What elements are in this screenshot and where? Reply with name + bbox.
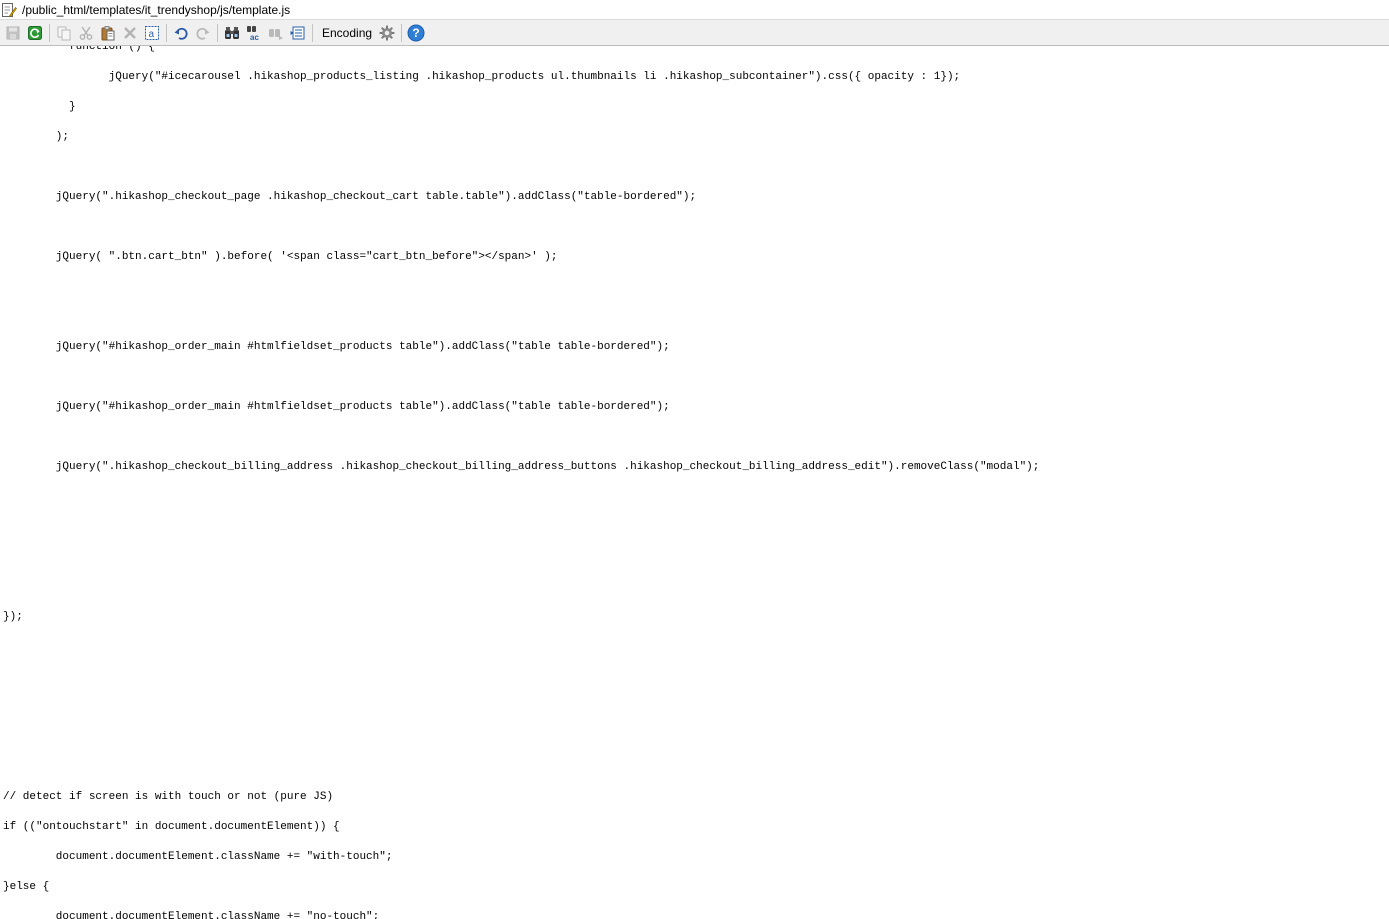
code-line[interactable]: document.documentElement.className += "w… (3, 842, 393, 872)
edit-file-icon (1, 2, 17, 18)
code-line[interactable]: jQuery( ".btn.cart_btn" ).before( '<span… (3, 242, 558, 272)
find-next-icon[interactable] (265, 22, 287, 44)
code-line[interactable]: }); (3, 602, 23, 632)
code-line[interactable]: document.documentElement.className += "n… (3, 902, 379, 919)
toolbar-separator (166, 23, 167, 42)
svg-text:ac: ac (250, 33, 259, 41)
find-icon[interactable] (221, 22, 243, 44)
code-editor[interactable]: function () { jQuery("#icecarousel .hika… (0, 46, 1389, 919)
svg-text:?: ? (412, 26, 419, 40)
code-line[interactable]: jQuery("#hikashop_order_main #htmlfields… (3, 332, 670, 362)
help-icon[interactable]: ? (405, 22, 427, 44)
paste-icon[interactable] (97, 22, 119, 44)
code-line[interactable]: }else { (3, 872, 49, 902)
toolbar-separator (401, 23, 403, 42)
code-line[interactable]: ); (3, 122, 69, 152)
goto-line-icon[interactable] (287, 22, 309, 44)
toolbar: a ac Encoding ? (0, 19, 1389, 46)
title-bar: /public_html/templates/it_trendyshop/js/… (0, 0, 1389, 19)
toolbar-separator (312, 23, 313, 42)
code-line[interactable]: } (3, 92, 76, 122)
toolbar-separator (217, 23, 218, 42)
encoding-label[interactable]: Encoding (316, 22, 376, 44)
code-line[interactable]: function () { (3, 46, 155, 62)
save-icon[interactable] (2, 22, 24, 44)
redo-icon[interactable] (192, 22, 214, 44)
editor-window: /public_html/templates/it_trendyshop/js/… (0, 0, 1389, 919)
delete-icon[interactable] (119, 22, 141, 44)
undo-icon[interactable] (170, 22, 192, 44)
code-line[interactable]: jQuery(".hikashop_checkout_billing_addre… (3, 452, 1040, 482)
select-all-icon[interactable]: a (141, 22, 163, 44)
settings-gear-icon[interactable] (376, 22, 398, 44)
file-path: /public_html/templates/it_trendyshop/js/… (22, 2, 291, 17)
toolbar-separator (49, 23, 50, 42)
code-line[interactable]: // detect if screen is with touch or not… (3, 782, 333, 812)
svg-text:a: a (149, 29, 155, 40)
copy-icon[interactable] (53, 22, 75, 44)
cut-icon[interactable] (75, 22, 97, 44)
code-line[interactable]: jQuery("#icecarousel .hikashop_products_… (3, 62, 961, 92)
code-line[interactable]: jQuery(".hikashop_checkout_page .hikasho… (3, 182, 696, 212)
code-line[interactable]: jQuery("#hikashop_order_main #htmlfields… (3, 392, 670, 422)
replace-icon[interactable]: ac (243, 22, 265, 44)
reload-icon[interactable] (24, 22, 46, 44)
code-line[interactable]: if (("ontouchstart" in document.document… (3, 812, 340, 842)
